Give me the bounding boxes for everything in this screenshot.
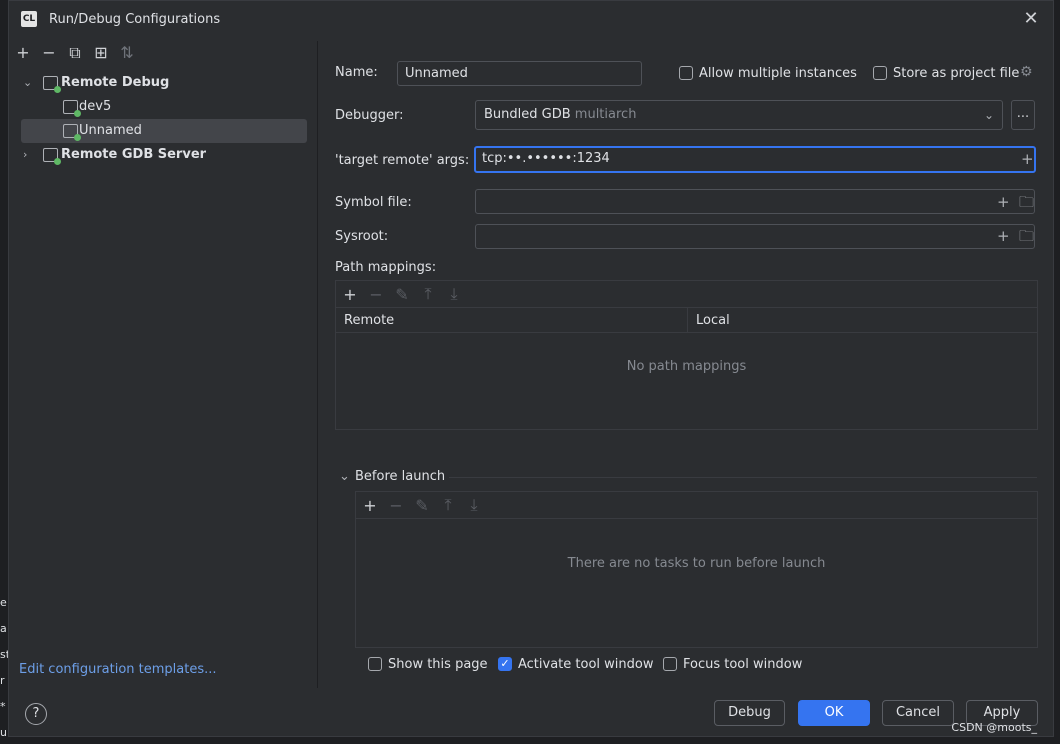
- tree-item-remote-debug[interactable]: ⌄ Remote Debug: [21, 71, 307, 95]
- app-icon: CL: [21, 11, 37, 27]
- remove-icon[interactable]: −: [388, 496, 404, 515]
- title-bar: CL Run/Debug Configurations ✕: [9, 1, 1053, 39]
- column-header-local[interactable]: Local: [688, 308, 1037, 333]
- debugger-label: Debugger:: [335, 108, 404, 123]
- path-mappings-empty: No path mappings: [626, 359, 747, 374]
- tree-item-label: Unnamed: [79, 123, 142, 138]
- help-button[interactable]: ?: [25, 703, 47, 725]
- remove-icon[interactable]: −: [41, 43, 57, 63]
- sysroot-field[interactable]: [475, 224, 1035, 249]
- before-launch-empty: There are no tasks to run before launch: [567, 556, 826, 571]
- move-down-icon[interactable]: ⤓: [446, 284, 462, 304]
- configurations-sidebar: + − ⧉ ⊞ ⇅ ⌄ Remote Debug dev5 Unnamed ›: [9, 41, 318, 688]
- new-folder-icon[interactable]: ⊞: [93, 43, 109, 63]
- tree-item-label: Remote GDB Server: [61, 147, 207, 162]
- add-icon[interactable]: +: [362, 496, 378, 515]
- name-label: Name:: [335, 65, 378, 80]
- edit-icon[interactable]: ✎: [394, 285, 410, 304]
- chevron-down-icon: ⌄: [983, 108, 994, 122]
- remote-debug-icon: [63, 124, 81, 141]
- allow-multiple-checkbox[interactable]: [679, 66, 693, 80]
- remove-icon[interactable]: −: [368, 285, 384, 304]
- sysroot-label: Sysroot:: [335, 229, 389, 244]
- expand-icon[interactable]: +: [997, 225, 1010, 247]
- debugger-value: Bundled GDB: [484, 107, 571, 122]
- expand-icon[interactable]: +: [997, 191, 1010, 213]
- add-icon[interactable]: +: [342, 285, 358, 304]
- before-launch-label[interactable]: Before launch: [355, 469, 445, 484]
- debugger-more-button[interactable]: ...: [1011, 100, 1035, 130]
- tree-item-unnamed[interactable]: Unnamed: [21, 119, 307, 143]
- store-project-checkbox[interactable]: [873, 66, 887, 80]
- configuration-form: Name: Unnamed Allow multiple instances S…: [319, 41, 1055, 688]
- expand-icon[interactable]: +: [1021, 148, 1034, 170]
- tree-item-remote-gdb-server[interactable]: › Remote GDB Server: [21, 143, 307, 167]
- focus-tool-checkbox[interactable]: [663, 657, 677, 671]
- allow-multiple-label: Allow multiple instances: [699, 66, 857, 81]
- close-icon[interactable]: ✕: [1021, 9, 1041, 29]
- debugger-sub: multiarch: [574, 107, 637, 122]
- store-project-label: Store as project file: [893, 66, 1020, 81]
- activate-tool-label: Activate tool window: [518, 657, 654, 672]
- chevron-down-icon[interactable]: ⌄: [23, 71, 35, 95]
- path-mappings-table: + − ✎ ⤒ ⤓ Remote Local No path mappings: [335, 280, 1038, 430]
- remote-debug-icon: [63, 100, 81, 117]
- folder-icon[interactable]: 🗀: [1019, 191, 1034, 213]
- symbol-file-label: Symbol file:: [335, 195, 412, 210]
- focus-tool-label: Focus tool window: [683, 657, 803, 672]
- tree-item-label: Remote Debug: [61, 75, 170, 90]
- copy-icon[interactable]: ⧉: [67, 43, 83, 63]
- tree-item-dev5[interactable]: dev5: [21, 95, 307, 119]
- target-remote-value: tcp:••.••••••:1234: [482, 151, 610, 166]
- edit-templates-link[interactable]: Edit configuration templates...: [19, 662, 217, 677]
- sort-icon[interactable]: ⇅: [119, 43, 135, 63]
- chevron-right-icon[interactable]: ›: [23, 143, 35, 167]
- target-remote-label: 'target remote' args:: [335, 153, 470, 168]
- target-remote-field[interactable]: tcp:••.••••••:1234: [474, 146, 1036, 173]
- debugger-select[interactable]: Bundled GDB multiarch ⌄: [475, 100, 1003, 130]
- show-page-label: Show this page: [388, 657, 488, 672]
- background-editor-edge: e a st r * u: [0, 596, 8, 739]
- move-up-icon[interactable]: ⤒: [420, 284, 436, 304]
- edit-icon[interactable]: ✎: [414, 496, 430, 515]
- show-page-checkbox[interactable]: [368, 657, 382, 671]
- chevron-down-icon[interactable]: ⌄: [339, 469, 350, 484]
- run-debug-dialog: CL Run/Debug Configurations ✕ + − ⧉ ⊞ ⇅ …: [8, 0, 1054, 737]
- folder-icon[interactable]: 🗀: [1019, 225, 1034, 247]
- before-launch-table: + − ✎ ⤒ ⤓ There are no tasks to run befo…: [355, 491, 1038, 648]
- ok-button[interactable]: OK: [798, 700, 870, 726]
- section-divider: [449, 477, 1037, 478]
- settings-gear-icon[interactable]: ⚙: [1020, 64, 1033, 80]
- gdb-server-icon: [43, 148, 61, 165]
- dialog-title: Run/Debug Configurations: [49, 12, 221, 27]
- symbol-file-field[interactable]: [475, 189, 1035, 214]
- tree-item-label: dev5: [79, 99, 112, 114]
- cancel-button[interactable]: Cancel: [882, 700, 954, 726]
- activate-tool-checkbox[interactable]: ✓: [498, 657, 512, 671]
- watermark: CSDN @moots_: [951, 721, 1037, 734]
- before-launch-toolbar: + − ✎ ⤒ ⤓: [356, 492, 1037, 519]
- configurations-tree: ⌄ Remote Debug dev5 Unnamed › Remote GDB…: [21, 71, 307, 167]
- move-up-icon[interactable]: ⤒: [440, 495, 456, 515]
- path-mappings-toolbar: + − ✎ ⤒ ⤓: [336, 281, 1037, 308]
- sidebar-toolbar: + − ⧉ ⊞ ⇅: [15, 43, 135, 63]
- remote-debug-icon: [43, 76, 61, 93]
- name-field[interactable]: Unnamed: [397, 61, 642, 86]
- debug-button[interactable]: Debug: [714, 700, 785, 726]
- path-mappings-label: Path mappings:: [335, 260, 437, 275]
- move-down-icon[interactable]: ⤓: [466, 495, 482, 515]
- add-icon[interactable]: +: [15, 43, 31, 63]
- column-header-remote[interactable]: Remote: [336, 308, 688, 333]
